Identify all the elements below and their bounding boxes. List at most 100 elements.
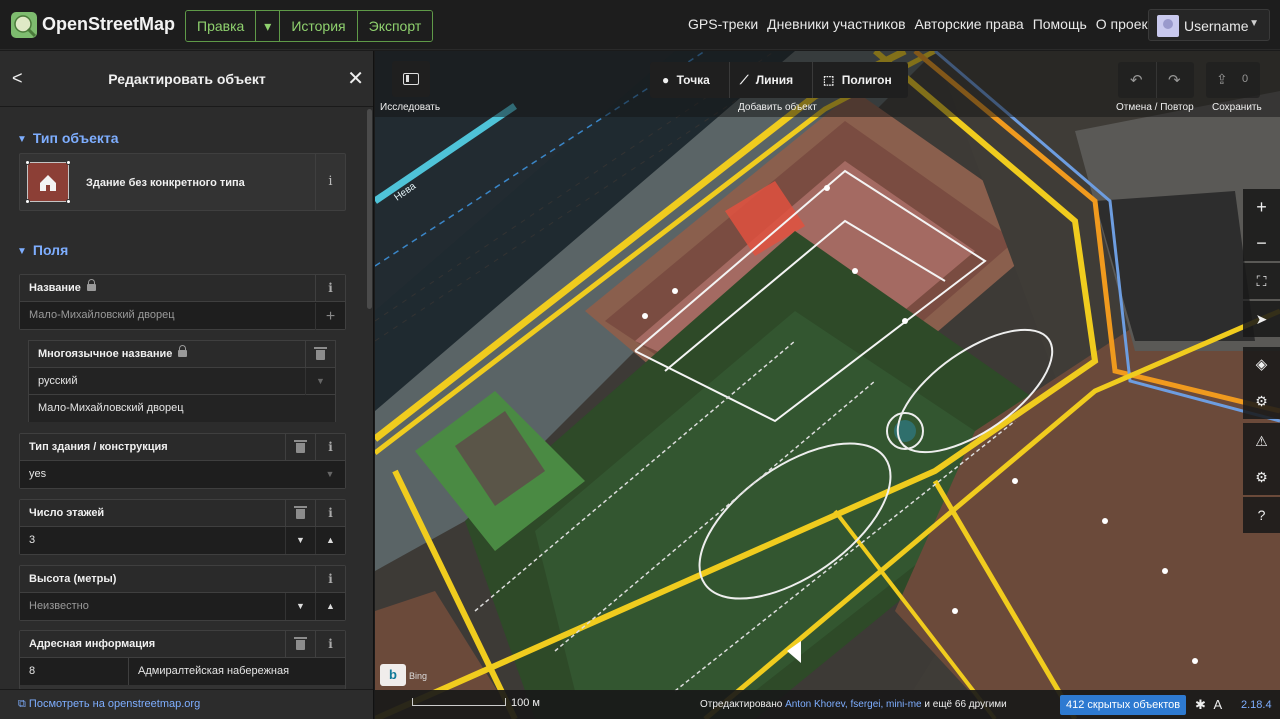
building-type-label: Тип здания / конструкция bbox=[29, 441, 168, 453]
info-icon[interactable]: i bbox=[315, 275, 345, 302]
history-button[interactable]: История bbox=[280, 11, 358, 41]
building-type-label-row: Тип здания / конструкция i bbox=[20, 434, 345, 461]
language-value: русский bbox=[38, 375, 78, 387]
username: Username bbox=[1184, 18, 1249, 34]
trash-icon[interactable] bbox=[285, 631, 315, 658]
add-point-button[interactable]: ● Точка bbox=[662, 73, 710, 87]
height-label-row: Высота (метры) i bbox=[20, 566, 345, 593]
save-button[interactable]: ⇪ 0 bbox=[1206, 62, 1260, 98]
info-icon[interactable]: i bbox=[315, 434, 345, 461]
trash-icon[interactable] bbox=[305, 341, 335, 368]
info-icon[interactable]: i bbox=[315, 154, 345, 210]
undo-redo-group: ↶ ↷ bbox=[1118, 62, 1194, 98]
redo-icon[interactable]: ↷ bbox=[1168, 71, 1181, 89]
add-line-button[interactable]: ⟋ Линия bbox=[740, 73, 793, 88]
edit-button[interactable]: Правка bbox=[186, 11, 257, 41]
help-link[interactable]: Помощь bbox=[1033, 16, 1087, 32]
export-button[interactable]: Экспорт bbox=[357, 11, 433, 41]
attribution-prefix: Отредактировано bbox=[700, 699, 783, 710]
brand-name[interactable]: OpenStreetMap bbox=[42, 14, 175, 35]
copyright-link[interactable]: Авторские права bbox=[915, 16, 1024, 32]
explore-label: Исследовать bbox=[380, 102, 441, 113]
levels-field: Число этажей i 3 ▼ ▲ bbox=[19, 499, 346, 555]
increment-icon[interactable]: ▲ bbox=[315, 593, 345, 620]
name-field-label: Название bbox=[29, 282, 81, 294]
attribution-users[interactable]: Anton Khorev, fsergei, mini-me bbox=[785, 699, 922, 710]
housenumber-input[interactable]: 8 bbox=[20, 658, 129, 685]
scrollbar[interactable] bbox=[367, 109, 372, 309]
lock-icon bbox=[178, 345, 188, 357]
preset-selector[interactable]: Здание без конкретного типа i bbox=[19, 153, 346, 211]
language-icon[interactable]: A bbox=[1214, 697, 1223, 712]
fields-section-title: Поля bbox=[32, 242, 69, 258]
add-area-button[interactable]: ⬚ Полигон bbox=[823, 73, 892, 87]
levels-label: Число этажей bbox=[29, 507, 105, 519]
multilingual-label-row: Многоязычное название bbox=[29, 341, 335, 368]
map-canvas[interactable]: Нева bbox=[375, 51, 1280, 719]
version-label[interactable]: 2.18.4 bbox=[1241, 699, 1272, 711]
building-icon bbox=[25, 160, 71, 204]
line-icon: ⟋ bbox=[740, 73, 749, 87]
top-links: GPS-треки Дневники участников Авторские … bbox=[688, 16, 1171, 32]
top-navigation: OpenStreetMap Правка ▾ История Экспорт G… bbox=[0, 0, 1280, 50]
info-icon[interactable]: i bbox=[315, 566, 345, 593]
edit-dropdown-caret-icon[interactable]: ▾ bbox=[256, 11, 281, 41]
lock-icon bbox=[86, 279, 96, 291]
area-icon: ⬚ bbox=[823, 73, 835, 87]
height-placeholder: Неизвестно bbox=[29, 600, 89, 612]
info-icon[interactable]: i bbox=[315, 500, 345, 527]
name-input[interactable]: Мало-Михайловский дворец bbox=[20, 302, 345, 329]
decrement-icon[interactable]: ▼ bbox=[285, 527, 315, 554]
sidebar-header: < Редактировать объект ✕ bbox=[0, 51, 373, 107]
help-icon[interactable]: ? bbox=[1243, 497, 1280, 533]
save-count: 0 bbox=[1242, 73, 1249, 85]
zoom-to-selection-icon[interactable]: ⛶ bbox=[1243, 263, 1280, 299]
preferences-icon[interactable]: ⚙ bbox=[1243, 459, 1280, 495]
view-on-osm-link[interactable]: ⧉ Посмотреть на openstreetmap.org bbox=[18, 698, 200, 711]
building-type-combo[interactable]: yes ▼ bbox=[20, 461, 345, 488]
street-input[interactable]: Адмиралтейская набережная bbox=[129, 665, 289, 677]
scale-bar[interactable] bbox=[412, 698, 506, 706]
edited-by-attribution: Отредактировано Anton Khorev, fsergei, m… bbox=[700, 699, 1007, 710]
trash-icon[interactable] bbox=[285, 434, 315, 461]
address-field: Адресная информация i 8 Адмиралтейская на… bbox=[19, 630, 346, 690]
issues-icon[interactable]: ⚠ bbox=[1243, 423, 1280, 459]
fields-section-toggle[interactable]: ▼ Поля bbox=[17, 242, 68, 258]
preset-section-title: Тип объекта bbox=[32, 130, 119, 146]
height-input[interactable]: Неизвестно ▼ ▲ bbox=[20, 593, 345, 620]
geolocate-icon[interactable]: ➤ bbox=[1243, 301, 1280, 337]
add-translation-icon[interactable]: + bbox=[315, 303, 345, 330]
hidden-features-badge[interactable]: 412 скрытых объектов bbox=[1060, 695, 1187, 715]
zoom-in-icon[interactable]: + bbox=[1243, 189, 1280, 225]
close-icon[interactable]: ✕ bbox=[347, 66, 364, 91]
openstreetmap-logo[interactable] bbox=[10, 11, 38, 39]
preset-section-toggle[interactable]: ▼ Тип объекта bbox=[17, 130, 119, 146]
decrement-icon[interactable]: ▼ bbox=[285, 593, 315, 620]
undo-redo-label: Отмена / Повтор bbox=[1116, 102, 1194, 113]
address-row: 8 Адмиралтейская набережная bbox=[20, 658, 345, 685]
explore-button[interactable] bbox=[392, 61, 430, 97]
info-icon[interactable]: i bbox=[315, 631, 345, 658]
building-type-field: Тип здания / конструкция i yes ▼ bbox=[19, 433, 346, 489]
undo-icon[interactable]: ↶ bbox=[1130, 71, 1143, 89]
bing-logo[interactable]: b bbox=[380, 664, 406, 686]
bug-icon[interactable]: ✱ bbox=[1195, 697, 1206, 712]
increment-icon[interactable]: ▲ bbox=[315, 527, 345, 554]
address-label-row: Адресная информация i bbox=[20, 631, 345, 658]
map-data-icon[interactable]: ⚙ bbox=[1243, 383, 1280, 419]
add-point-label: Точка bbox=[676, 73, 710, 87]
zoom-out-icon[interactable]: − bbox=[1243, 225, 1280, 261]
user-menu[interactable]: Username ▼ bbox=[1148, 9, 1270, 41]
levels-input[interactable]: 3 ▼ ▲ bbox=[20, 527, 345, 554]
sidebar: < Редактировать объект ✕ ▼ Тип объекта Зд… bbox=[0, 51, 374, 719]
user-diaries-link[interactable]: Дневники участников bbox=[767, 16, 905, 32]
avatar bbox=[1157, 15, 1179, 37]
gps-traces-link[interactable]: GPS-треки bbox=[688, 16, 758, 32]
multilingual-name-input[interactable]: Мало-Михайловский дворец bbox=[29, 395, 335, 422]
edit-button-group: Правка ▾ История Экспорт bbox=[185, 10, 434, 42]
chevron-down-icon: ▼ bbox=[17, 134, 27, 145]
chevron-down-icon: ▼ bbox=[305, 368, 335, 395]
layers-icon[interactable]: ◈ bbox=[1243, 347, 1280, 383]
trash-icon[interactable] bbox=[285, 500, 315, 527]
language-select[interactable]: русский ▼ bbox=[29, 368, 335, 395]
